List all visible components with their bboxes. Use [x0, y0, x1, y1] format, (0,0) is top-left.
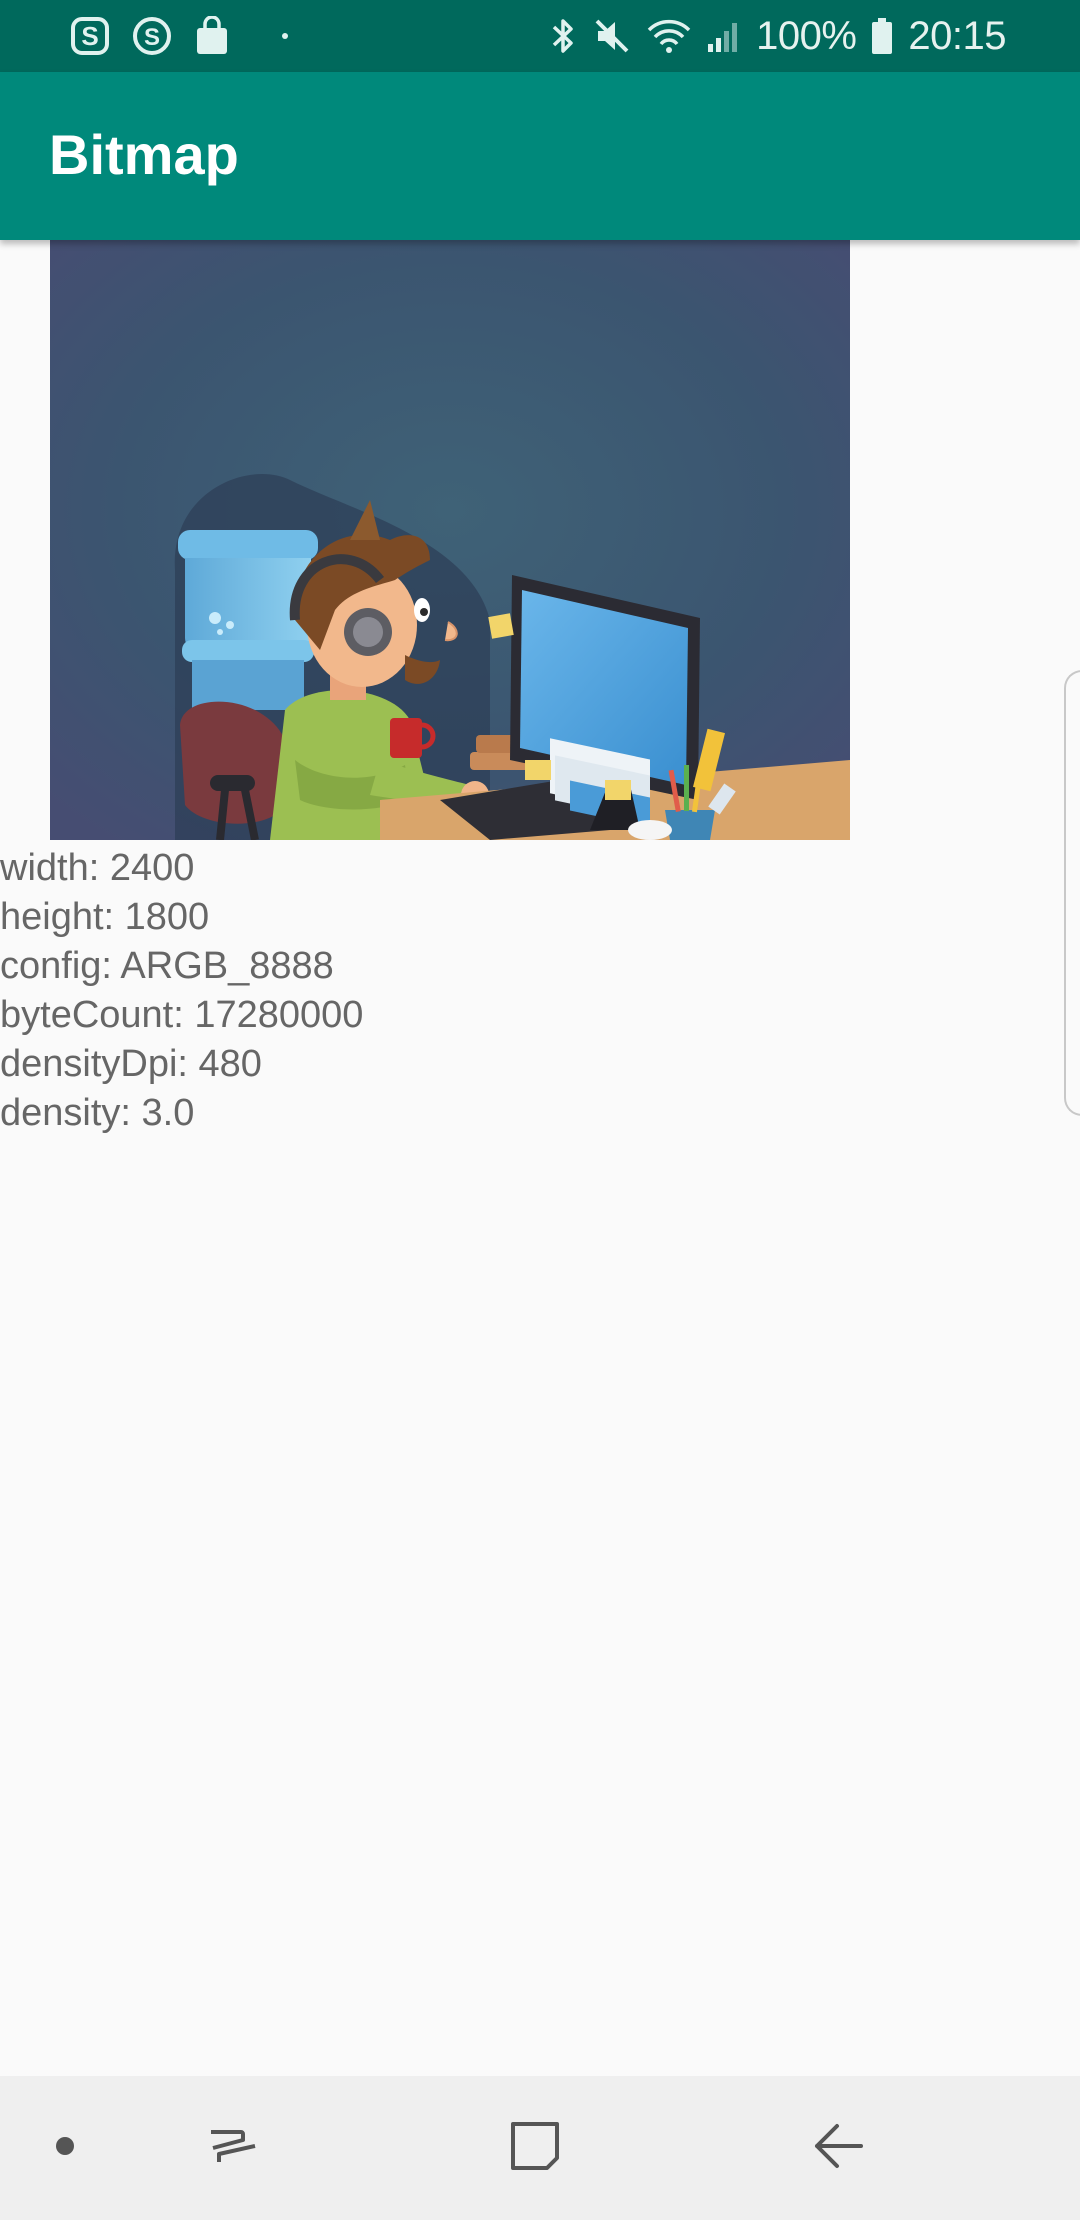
- signal-icon: [706, 16, 742, 56]
- info-byte-count: byteCount: 17280000: [0, 994, 364, 1036]
- dot-icon: [280, 31, 290, 41]
- battery-percent: 100%: [756, 13, 857, 58]
- nav-dot-button[interactable]: [20, 2076, 110, 2220]
- app-bar: Bitmap: [0, 72, 1080, 240]
- home-icon: [507, 2118, 563, 2179]
- s-badge-icon: S: [70, 16, 110, 56]
- svg-text:S: S: [81, 21, 98, 51]
- edge-panel-handle[interactable]: [1064, 670, 1080, 1116]
- mute-icon: [592, 16, 632, 56]
- clock: 20:15: [908, 13, 1006, 58]
- status-bar: S S 100% 20:15: [0, 0, 1080, 72]
- info-density-dpi: densityDpi: 480: [0, 1043, 262, 1085]
- status-left-icons: S S: [0, 16, 290, 56]
- info-width: width: 2400: [0, 847, 195, 889]
- recent-apps-button[interactable]: [183, 2076, 283, 2220]
- shopping-bag-icon: [194, 16, 230, 56]
- bitmap-image: [50, 240, 850, 840]
- bitmap-info-list: width: 2400 height: 1800 config: ARGB_88…: [0, 844, 363, 1138]
- info-config: config: ARGB_8888: [0, 945, 334, 987]
- s-circle-icon: S: [132, 16, 172, 56]
- nav-dot-icon: [55, 2136, 75, 2161]
- back-icon: [809, 2118, 865, 2179]
- info-height: height: 1800: [0, 896, 210, 938]
- app-title: Bitmap: [49, 123, 239, 186]
- home-button[interactable]: [485, 2076, 585, 2220]
- screen: S S 100% 20:15 Bitmap width: 2400 height…: [0, 0, 1080, 2220]
- info-density: density: 3.0: [0, 1092, 195, 1134]
- status-right-icons: 100% 20:15: [548, 14, 1080, 59]
- back-button[interactable]: [787, 2076, 887, 2220]
- recent-apps-icon: [205, 2118, 261, 2179]
- battery-icon: [870, 16, 894, 56]
- bluetooth-icon: [548, 16, 578, 56]
- wifi-icon: [646, 16, 692, 56]
- navigation-bar: [0, 2076, 1080, 2220]
- svg-text:S: S: [144, 24, 160, 51]
